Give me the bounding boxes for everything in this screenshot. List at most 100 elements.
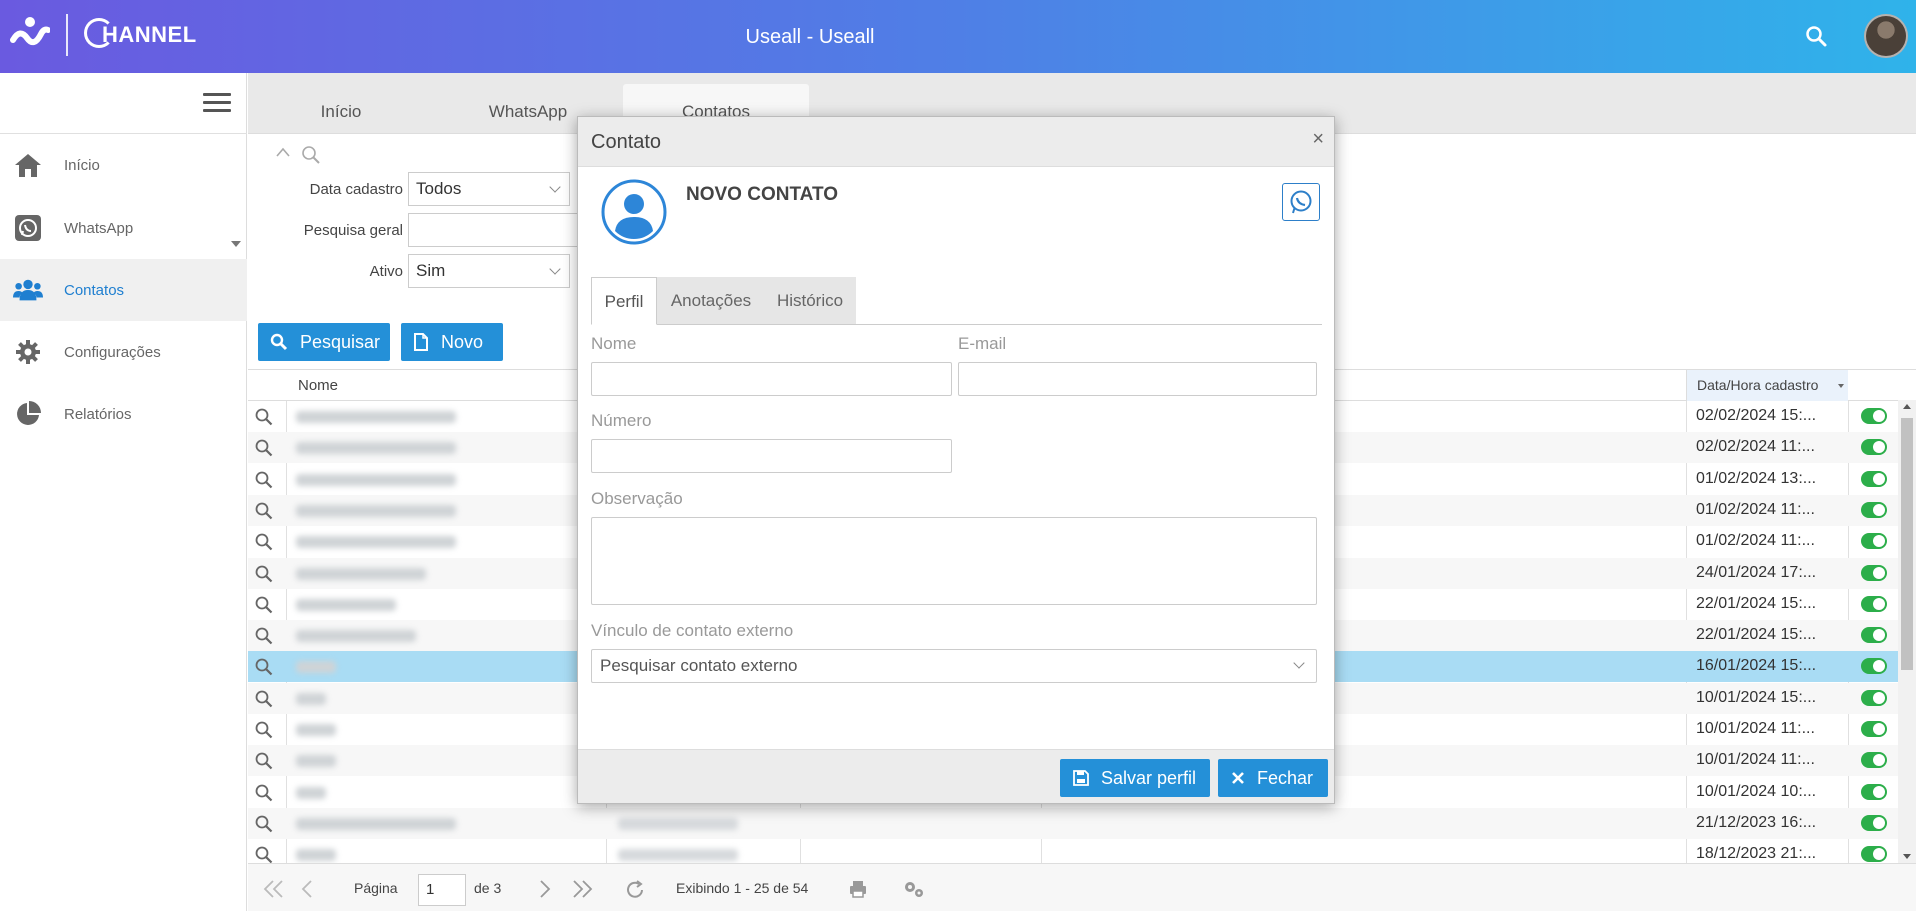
data-cadastro-select[interactable]: Todos xyxy=(408,172,570,206)
data-cadastro-label: Data cadastro xyxy=(309,181,403,198)
active-toggle[interactable] xyxy=(1861,501,1887,518)
print-icon[interactable] xyxy=(848,879,868,899)
search-icon[interactable] xyxy=(254,564,274,584)
close-icon xyxy=(1231,771,1245,785)
search-icon xyxy=(302,146,320,164)
pager: Página 1 de 3 Exibindo 1 - 25 de 54 xyxy=(248,863,1916,911)
active-toggle[interactable] xyxy=(1861,408,1887,424)
search-icon[interactable] xyxy=(254,407,274,427)
pesquisa-geral-label: Pesquisa geral xyxy=(303,222,403,239)
save-button[interactable]: Salvar perfil xyxy=(1060,759,1210,797)
search-icon[interactable] xyxy=(254,438,274,458)
tab-anotacoes[interactable]: Anotações xyxy=(657,277,765,325)
redacted-name xyxy=(296,536,456,549)
close-icon[interactable]: × xyxy=(1312,128,1324,151)
numero-field[interactable] xyxy=(591,439,952,473)
fechar-button[interactable]: Fechar xyxy=(1218,759,1328,797)
redacted-name xyxy=(296,817,456,830)
search-icon[interactable] xyxy=(254,626,274,646)
home-icon xyxy=(13,150,43,180)
sidebar-item-configuracoes[interactable]: Configurações xyxy=(0,321,247,383)
page-count: de 3 xyxy=(474,880,502,896)
email-field[interactable] xyxy=(958,362,1317,396)
search-icon[interactable] xyxy=(1804,24,1830,50)
search-icon[interactable] xyxy=(254,720,274,740)
observacao-textarea[interactable] xyxy=(591,517,1317,605)
grid-scrollbar[interactable] xyxy=(1898,400,1916,863)
chevron-down-icon[interactable] xyxy=(231,241,241,247)
settings-icon[interactable] xyxy=(902,879,926,899)
refresh-icon[interactable] xyxy=(624,879,646,901)
tab-perfil[interactable]: Perfil xyxy=(591,277,657,325)
last-page-icon[interactable] xyxy=(570,879,594,899)
page-label: Página xyxy=(354,880,398,896)
vinculo-select[interactable]: Pesquisar contato externo xyxy=(591,649,1317,683)
active-toggle[interactable] xyxy=(1861,627,1887,644)
active-toggle[interactable] xyxy=(1861,564,1887,581)
row-date: 24/01/2024 17:... xyxy=(1696,563,1817,581)
next-page-icon[interactable] xyxy=(538,879,552,899)
gear-icon xyxy=(13,337,43,367)
active-toggle[interactable] xyxy=(1861,783,1887,800)
search-icon[interactable] xyxy=(254,751,274,771)
row-date: 10/01/2024 15:... xyxy=(1696,688,1817,706)
pesquisa-geral-input[interactable] xyxy=(408,213,578,247)
active-toggle[interactable] xyxy=(1861,439,1887,456)
search-icon[interactable] xyxy=(254,657,274,677)
whatsapp-button[interactable] xyxy=(1282,183,1320,221)
sidebar-item-relatorios[interactable]: Relatórios xyxy=(0,383,247,445)
search-icon[interactable] xyxy=(254,783,274,803)
active-toggle[interactable] xyxy=(1861,752,1887,769)
row-date: 22/01/2024 15:... xyxy=(1696,626,1817,644)
nome-field[interactable] xyxy=(591,362,952,396)
tab-inicio[interactable]: Início xyxy=(248,84,434,134)
chevron-up-icon[interactable] xyxy=(275,146,291,158)
search-icon[interactable] xyxy=(254,532,274,552)
sidebar-item-whatsapp[interactable]: WhatsApp xyxy=(0,197,247,259)
page-input[interactable]: 1 xyxy=(418,874,466,906)
table-row[interactable]: 21/12/2023 16:... xyxy=(248,807,1898,839)
scroll-down-icon[interactable] xyxy=(1903,854,1911,859)
novo-button[interactable]: Novo xyxy=(401,323,503,361)
redacted-name xyxy=(296,692,326,705)
whatsapp-icon xyxy=(13,213,43,243)
active-toggle[interactable] xyxy=(1861,470,1887,487)
redacted-name xyxy=(296,755,336,768)
scroll-up-icon[interactable] xyxy=(1903,404,1911,409)
numero-label: Número xyxy=(591,411,652,430)
modal-header: Contato × xyxy=(578,117,1334,167)
column-header-data-cadastro[interactable]: Data/Hora cadastro xyxy=(1686,370,1848,401)
pesquisar-button[interactable]: Pesquisar xyxy=(258,323,390,361)
search-icon[interactable] xyxy=(254,814,274,834)
scrollbar-thumb[interactable] xyxy=(1901,418,1913,670)
active-toggle[interactable] xyxy=(1861,846,1887,863)
active-toggle[interactable] xyxy=(1861,533,1887,550)
active-toggle[interactable] xyxy=(1861,658,1887,675)
email-label: E-mail xyxy=(958,334,1007,353)
active-toggle[interactable] xyxy=(1861,595,1887,612)
active-toggle[interactable] xyxy=(1861,814,1887,831)
sidebar: Início WhatsApp Contatos Configurações R… xyxy=(0,73,247,911)
row-date: 22/01/2024 15:... xyxy=(1696,594,1817,612)
menu-toggle-icon[interactable] xyxy=(203,93,231,113)
sidebar-item-inicio[interactable]: Início xyxy=(0,134,247,196)
user-avatar[interactable] xyxy=(1864,14,1908,58)
row-date: 02/02/2024 11:... xyxy=(1696,438,1815,456)
vinculo-placeholder: Pesquisar contato externo xyxy=(600,656,798,675)
tab-historico[interactable]: Histórico xyxy=(765,277,855,325)
row-date: 10/01/2024 11:... xyxy=(1696,751,1815,769)
active-toggle[interactable] xyxy=(1861,721,1887,737)
active-toggle[interactable] xyxy=(1861,689,1887,706)
row-date: 01/02/2024 11:... xyxy=(1696,500,1815,518)
ativo-select[interactable]: Sim xyxy=(408,254,570,288)
first-page-icon[interactable] xyxy=(262,879,286,899)
search-icon[interactable] xyxy=(254,595,274,615)
pie-chart-icon xyxy=(13,399,43,429)
search-icon[interactable] xyxy=(254,501,274,521)
column-header-nome[interactable]: Nome xyxy=(298,377,338,394)
search-icon[interactable] xyxy=(254,470,274,490)
search-icon[interactable] xyxy=(254,689,274,709)
sidebar-item-contatos[interactable]: Contatos xyxy=(0,259,247,321)
previous-page-icon[interactable] xyxy=(300,879,314,899)
redacted-number xyxy=(618,849,738,862)
